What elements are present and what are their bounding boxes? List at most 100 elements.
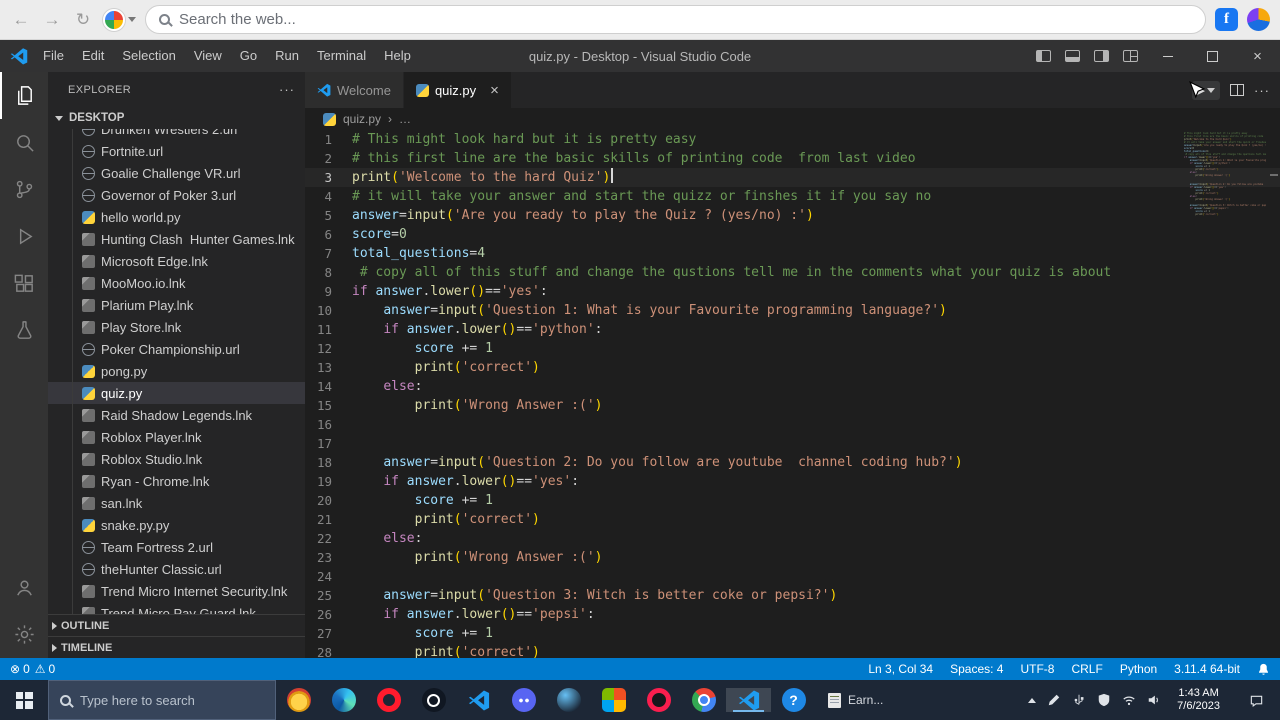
file-plarium-play-lnk[interactable]: Plarium Play.lnk — [48, 294, 305, 316]
file-team-fortress-2-url[interactable]: Team Fortress 2.url — [48, 536, 305, 558]
line-number[interactable]: 17 — [305, 434, 352, 453]
code-line-24[interactable]: 24 — [305, 567, 1280, 586]
file-trend-micro-pay-guard-lnk[interactable]: Trend Micro Pay Guard.lnk — [48, 602, 305, 614]
menu-terminal[interactable]: Terminal — [308, 40, 375, 72]
usb-icon[interactable] — [1072, 693, 1086, 707]
code-line-18[interactable]: 18 answer=input('Question 2: Do you foll… — [305, 453, 1280, 472]
pen-icon[interactable] — [1047, 693, 1061, 707]
status-ln-3-col-34[interactable]: Ln 3, Col 34 — [868, 662, 933, 676]
file-play-store-lnk[interactable]: Play Store.lnk — [48, 316, 305, 338]
tab-close-icon[interactable]: × — [490, 83, 499, 98]
facebook-icon[interactable]: f — [1215, 8, 1238, 31]
menu-help[interactable]: Help — [375, 40, 420, 72]
line-number[interactable]: 4 — [305, 187, 352, 206]
file-moomoo-io-lnk[interactable]: MooMoo.io.lnk — [48, 272, 305, 294]
line-number[interactable]: 2 — [305, 149, 352, 168]
file-thehunter-classic-url[interactable]: theHunter Classic.url — [48, 558, 305, 580]
explorer-more-actions-icon[interactable]: ··· — [279, 82, 295, 97]
code-line-7[interactable]: 7 total_questions=4 — [305, 244, 1280, 263]
file-poker-championship-url[interactable]: Poker Championship.url — [48, 338, 305, 360]
menu-file[interactable]: File — [34, 40, 73, 72]
activity-run-debug[interactable] — [0, 213, 48, 260]
line-number[interactable]: 16 — [305, 415, 352, 434]
file-hello-world-py[interactable]: hello world.py — [48, 206, 305, 228]
edge-taskbar-button[interactable] — [321, 688, 366, 712]
toggle-panel-icon[interactable] — [1065, 50, 1080, 62]
chrome-taskbar-button[interactable] — [681, 688, 726, 712]
obs-taskbar-button[interactable] — [411, 688, 456, 712]
line-number[interactable]: 12 — [305, 339, 352, 358]
customize-layout-icon[interactable] — [1123, 50, 1138, 62]
line-number[interactable]: 13 — [305, 358, 352, 377]
split-editor-icon[interactable] — [1230, 84, 1244, 96]
code-line-5[interactable]: 5 answer=input('Are you ready to play the… — [305, 206, 1280, 225]
menu-edit[interactable]: Edit — [73, 40, 113, 72]
line-number[interactable]: 24 — [305, 567, 352, 586]
tray-overflow-icon[interactable] — [1028, 697, 1037, 703]
file-governor-of-poker-3-url[interactable]: Governor of Poker 3.url — [48, 184, 305, 206]
line-number[interactable]: 22 — [305, 529, 352, 548]
code-line-16[interactable]: 16 — [305, 415, 1280, 434]
web-search-bar[interactable] — [145, 5, 1206, 34]
status-python[interactable]: Python — [1120, 662, 1157, 676]
line-number[interactable]: 3 — [305, 168, 352, 187]
status-utf-8[interactable]: UTF-8 — [1020, 662, 1054, 676]
tab-quiz-py[interactable]: quiz.py × — [403, 72, 512, 108]
file-fortnite-url[interactable]: Fortnite.url — [48, 140, 305, 162]
line-number[interactable]: 20 — [305, 491, 352, 510]
toggle-sidebar-icon[interactable] — [1036, 50, 1051, 62]
taskbar-search-input[interactable] — [80, 692, 264, 708]
taskbar-search[interactable] — [48, 680, 276, 720]
code-line-14[interactable]: 14 else: — [305, 377, 1280, 396]
activity-extensions[interactable] — [0, 260, 48, 307]
discord-taskbar-button[interactable] — [501, 688, 546, 712]
section-timeline[interactable]: TIMELINE — [48, 636, 305, 658]
status-crlf[interactable]: CRLF — [1071, 662, 1102, 676]
security-shield-icon[interactable] — [1097, 693, 1111, 707]
notifications-bell-icon[interactable] — [1257, 663, 1270, 676]
file-roblox-studio-lnk[interactable]: Roblox Studio.lnk — [48, 448, 305, 470]
line-number[interactable]: 21 — [305, 510, 352, 529]
status-3.11.4-64-bit[interactable]: 3.11.4 64-bit — [1174, 662, 1240, 676]
section-outline[interactable]: OUTLINE — [48, 614, 305, 636]
browser-forward-icon[interactable]: → — [41, 9, 63, 31]
line-number[interactable]: 11 — [305, 320, 352, 339]
operagx-taskbar-button[interactable] — [636, 688, 681, 712]
steam-taskbar-button[interactable] — [546, 688, 591, 712]
activity-explorer[interactable] — [0, 72, 48, 119]
activity-source-control[interactable] — [0, 166, 48, 213]
line-number[interactable]: 18 — [305, 453, 352, 472]
code-line-12[interactable]: 12 score += 1 — [305, 339, 1280, 358]
line-number[interactable]: 25 — [305, 586, 352, 605]
line-number[interactable]: 26 — [305, 605, 352, 624]
vscode-taskbar-button[interactable] — [726, 688, 771, 712]
file-trend-micro-internet-security-lnk[interactable]: Trend Micro Internet Security.lnk — [48, 580, 305, 602]
overview-ruler[interactable] — [1268, 130, 1280, 658]
code-line-19[interactable]: 19 if answer.lower()=='yes': — [305, 472, 1280, 491]
code-line-22[interactable]: 22 else: — [305, 529, 1280, 548]
code-line-23[interactable]: 23 print('Wrong Answer :(') — [305, 548, 1280, 567]
start-button[interactable] — [0, 680, 48, 720]
file-ryan-chrome-lnk[interactable]: Ryan - Chrome.lnk — [48, 470, 305, 492]
code-line-4[interactable]: 4 # it will take your answer and start th… — [305, 187, 1280, 206]
toggle-secondary-sidebar-icon[interactable] — [1094, 50, 1109, 62]
vscode-taskbar-button[interactable] — [456, 688, 501, 712]
browser-back-icon[interactable]: ← — [10, 9, 32, 31]
file-roblox-player-lnk[interactable]: Roblox Player.lnk — [48, 426, 305, 448]
breadcrumb-more[interactable]: … — [399, 112, 411, 126]
code-line-6[interactable]: 6 score=0 — [305, 225, 1280, 244]
code-line-2[interactable]: 2 # this first line are the basic skills … — [305, 149, 1280, 168]
menu-selection[interactable]: Selection — [113, 40, 184, 72]
line-number[interactable]: 9 — [305, 282, 352, 301]
volume-icon[interactable] — [1147, 693, 1161, 707]
minimize-button[interactable] — [1145, 40, 1190, 72]
file-microsoft-edge-lnk[interactable]: Microsoft Edge.lnk — [48, 250, 305, 272]
line-number[interactable]: 10 — [305, 301, 352, 320]
line-number[interactable]: 8 — [305, 263, 352, 282]
code-line-27[interactable]: 27 score += 1 — [305, 624, 1280, 643]
line-number[interactable]: 1 — [305, 130, 352, 149]
run-python-file-button[interactable]: ▶ — [1191, 80, 1220, 100]
code-line-9[interactable]: 9 if answer.lower()=='yes': — [305, 282, 1280, 301]
action-center-icon[interactable] — [1236, 680, 1276, 720]
minimap[interactable]: # This might look hard but it is pretty … — [1184, 132, 1266, 252]
